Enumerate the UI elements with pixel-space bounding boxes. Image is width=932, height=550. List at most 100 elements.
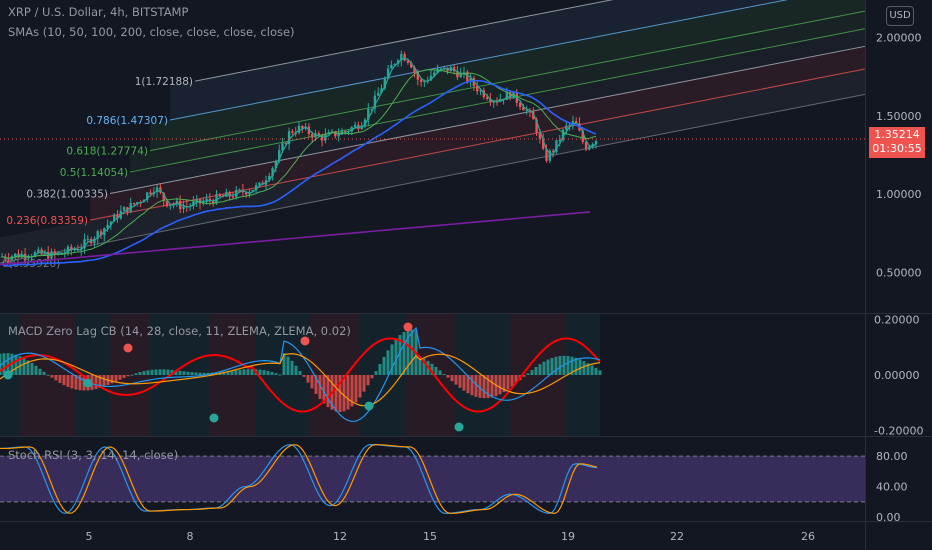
macd-histogram-bar <box>294 365 298 375</box>
macd-histogram-bar <box>142 371 146 375</box>
candle <box>149 192 152 195</box>
macd-histogram-bar <box>278 374 282 376</box>
candle <box>238 189 241 191</box>
macd-histogram-bar <box>190 372 194 375</box>
macd-histogram-bar <box>538 364 542 375</box>
macd-cross-dot <box>454 422 464 432</box>
candle <box>403 53 406 61</box>
fib-level-label: 0.5(1.14054) <box>60 167 128 179</box>
macd-histogram-bar <box>382 356 386 375</box>
candle <box>132 203 136 205</box>
macd-histogram-bar <box>102 375 106 387</box>
current-price: 1.35214 <box>874 128 920 141</box>
macd-histogram-bar <box>242 369 246 375</box>
stoch-title: Stoch RSI (3, 3, 14, 14, close) <box>8 448 178 462</box>
macd-histogram-bar <box>50 375 54 378</box>
candle <box>231 196 235 198</box>
time-tick-label: 12 <box>333 530 347 543</box>
candle <box>377 92 380 96</box>
macd-histogram-bar <box>258 369 262 375</box>
macd-histogram-bar <box>38 368 42 375</box>
macd-histogram-bar <box>22 358 26 375</box>
candle <box>27 257 30 259</box>
macd-histogram-bar <box>454 375 458 385</box>
candle <box>462 71 466 73</box>
candle <box>419 79 423 82</box>
macd-histogram-bar <box>274 373 278 375</box>
macd-histogram-bar <box>598 370 602 375</box>
symbol-title[interactable]: XRP / U.S. Dollar, 4h, BITSTAMP <box>8 5 188 19</box>
macd-histogram-bar <box>30 362 34 375</box>
fib-level-label: 0.236(0.83359) <box>6 215 88 227</box>
macd-histogram-bar <box>238 369 242 375</box>
macd-histogram-bar <box>94 375 98 390</box>
macd-histogram-bar <box>126 375 130 377</box>
macd-histogram-bar <box>578 359 582 375</box>
candle <box>492 101 495 103</box>
macd-histogram-bar <box>546 359 550 375</box>
macd-histogram-bar <box>186 371 190 375</box>
price-tick-label: 1.50000 <box>876 110 922 123</box>
macd-histogram-bar <box>262 370 266 375</box>
candle <box>565 125 568 130</box>
stoch-rsi-pane[interactable]: Stoch RSI (3, 3, 14, 14, close) <box>0 444 865 514</box>
macd-histogram-bar <box>34 365 38 375</box>
macd-histogram-bar <box>510 375 514 387</box>
macd-histogram-bar <box>438 370 442 375</box>
candle <box>353 124 357 128</box>
macd-histogram-bar <box>134 373 138 375</box>
macd-histogram-bar <box>410 329 414 375</box>
currency-button[interactable]: USD <box>886 6 914 26</box>
candle <box>182 206 185 210</box>
macd-histogram-bar <box>154 369 158 375</box>
macd-histogram-bar <box>506 375 510 390</box>
stoch-tick-label: 80.00 <box>876 450 908 463</box>
macd-histogram-bar <box>266 370 270 375</box>
time-tick-label: 5 <box>86 530 93 543</box>
macd-histogram-bar <box>114 375 118 382</box>
macd-cross-dot <box>123 343 133 353</box>
time-tick-label: 8 <box>187 530 194 543</box>
macd-histogram-bar <box>286 356 290 375</box>
macd-histogram-bar <box>362 375 366 392</box>
macd-cross-dot <box>83 378 93 388</box>
macd-histogram-bar <box>178 370 182 375</box>
macd-histogram-bar <box>58 375 62 383</box>
macd-histogram-bar <box>434 367 438 375</box>
time-tick-label: 15 <box>423 530 437 543</box>
macd-histogram-bar <box>354 375 358 403</box>
macd-histogram-bar <box>554 356 558 375</box>
macd-histogram-bar <box>42 371 46 375</box>
macd-histogram-bar <box>370 375 374 379</box>
macd-histogram-bar <box>70 375 74 389</box>
macd-histogram-bar <box>158 369 162 375</box>
candle <box>37 249 40 253</box>
macd-histogram-bar <box>234 370 238 375</box>
macd-histogram-bar <box>594 367 598 375</box>
fib-level-label: 0.618(1.27774) <box>66 146 148 158</box>
macd-histogram-bar <box>310 375 314 389</box>
macd-histogram-bar <box>470 375 474 396</box>
price-pane[interactable]: 0(0.55920)0.236(0.83359)0.382(1.00335)0.… <box>0 0 866 270</box>
macd-histogram-bar <box>378 363 382 375</box>
time-tick-label: 26 <box>801 530 815 543</box>
fib-level-label: 0.786(1.47307) <box>86 115 168 127</box>
macd-histogram-bar <box>590 365 594 375</box>
sma-legend[interactable]: SMAs (10, 50, 100, 200, close, close, cl… <box>8 25 295 39</box>
candle <box>337 134 340 137</box>
candle <box>218 194 221 197</box>
macd-histogram-bar <box>62 375 66 386</box>
macd-histogram-bar <box>490 375 494 398</box>
macd-pane[interactable]: MACD Zero Lag CB (14, 28, close, 11, ZLE… <box>0 314 602 436</box>
current-price-badge: 1.35214 01:30:55 <box>869 127 925 158</box>
macd-histogram-bar <box>386 350 390 375</box>
bar-countdown: 01:30:55 <box>872 142 922 155</box>
macd-histogram-bar <box>118 375 122 380</box>
candle <box>525 110 528 112</box>
macd-histogram-bar <box>334 375 338 412</box>
macd-histogram-bar <box>462 375 466 391</box>
macd-histogram-bar <box>290 360 294 375</box>
chart-canvas[interactable]: 0(0.55920)0.236(0.83359)0.382(1.00335)0.… <box>0 0 932 550</box>
fib-level-label: 0.382(1.00335) <box>26 189 108 201</box>
macd-histogram-bar <box>146 370 150 375</box>
